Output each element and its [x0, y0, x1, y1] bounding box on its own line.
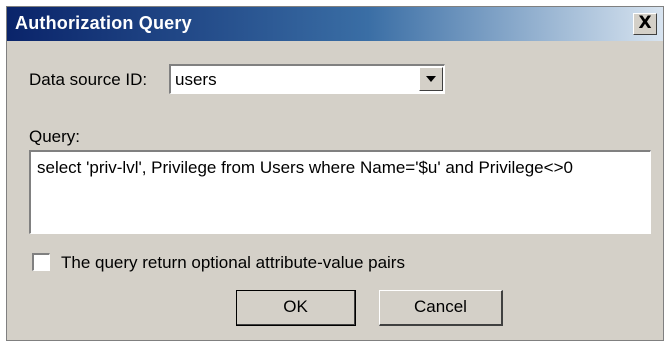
data-source-select[interactable]: users: [169, 64, 445, 94]
title-bar[interactable]: Authorization Query X: [7, 7, 663, 41]
optional-pairs-checkbox[interactable]: [32, 253, 50, 271]
optional-pairs-label[interactable]: The query return optional attribute-valu…: [61, 253, 405, 273]
ok-button[interactable]: OK: [236, 290, 356, 326]
close-button[interactable]: X: [633, 13, 657, 35]
cancel-button[interactable]: Cancel: [379, 290, 503, 326]
data-source-value: users: [175, 70, 217, 89]
authorization-query-dialog: Authorization Query X Data source ID: us…: [6, 6, 664, 341]
dialog-title: Authorization Query: [15, 13, 192, 33]
query-text: select 'priv-lvl', Privilege from Users …: [37, 158, 573, 177]
close-icon: X: [638, 13, 652, 33]
chevron-down-icon: [426, 76, 436, 82]
query-label: Query:: [29, 127, 81, 146]
query-textarea[interactable]: select 'priv-lvl', Privilege from Users …: [29, 150, 651, 234]
data-source-label: Data source ID:: [29, 70, 148, 89]
dropdown-button[interactable]: [419, 67, 443, 91]
